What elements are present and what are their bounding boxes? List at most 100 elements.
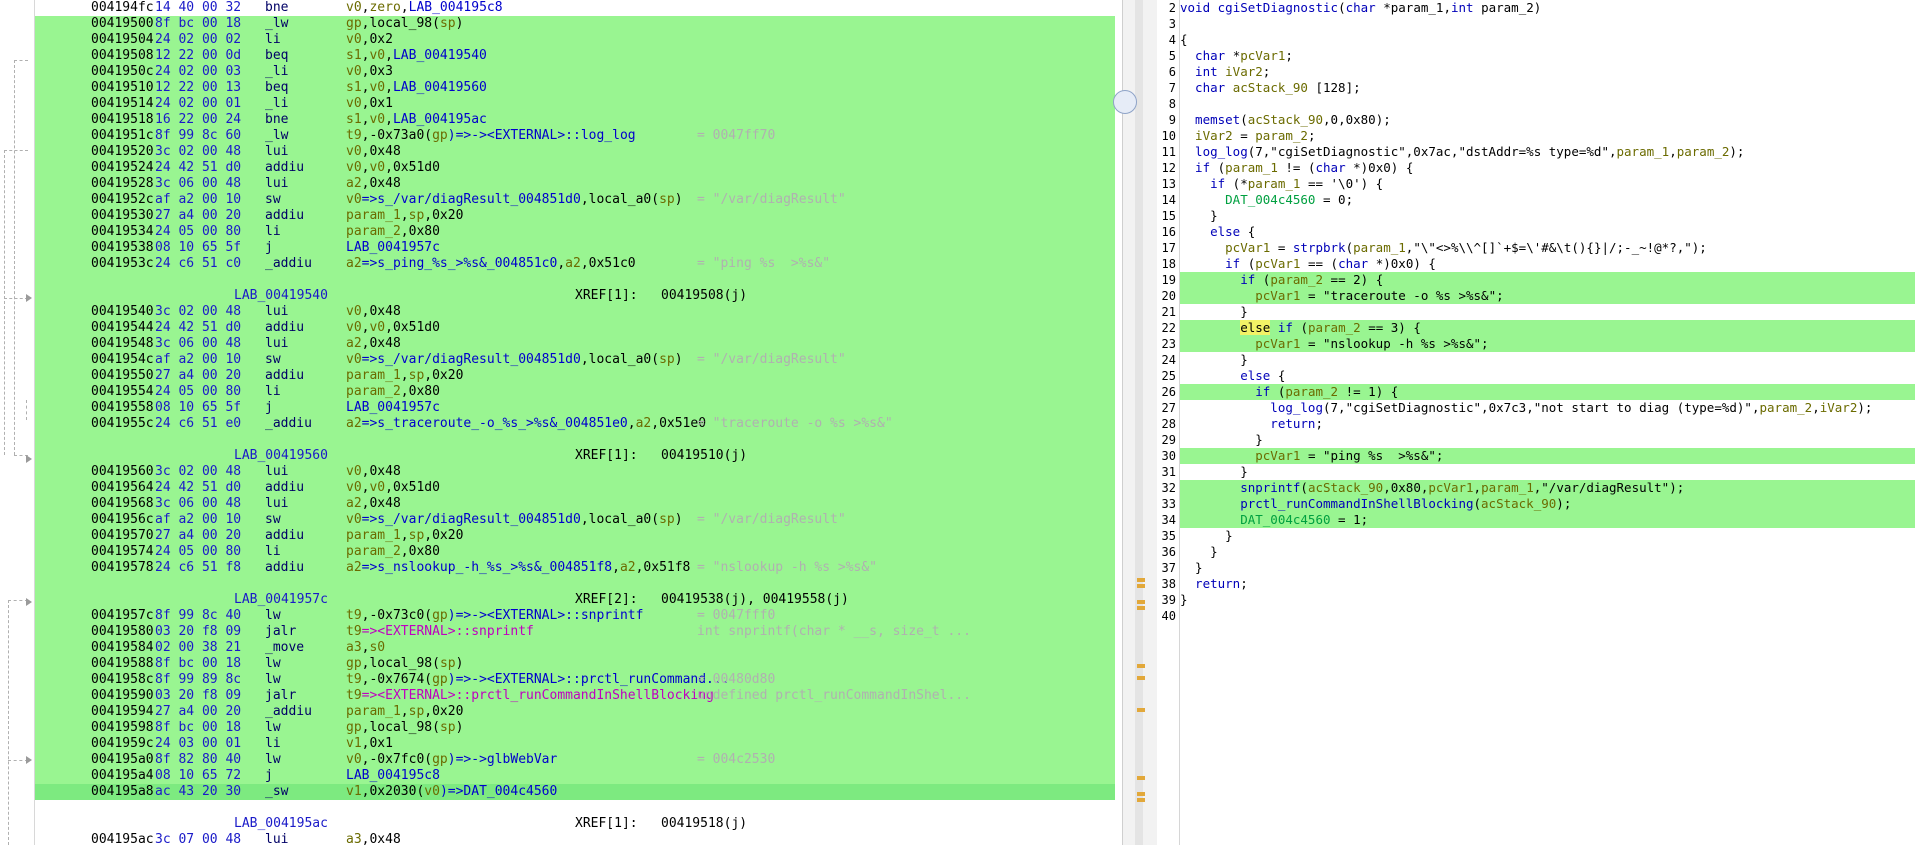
variable-name[interactable]: acStack_90 (1233, 80, 1308, 95)
code-line[interactable]: } (1180, 592, 1915, 608)
mnemonic[interactable]: lw (265, 752, 281, 768)
instruction-row[interactable]: 00419558 08 10 65 5f j LAB_0041957c (35, 400, 1115, 416)
instruction-row[interactable]: 00419540 3c 02 00 48 lui v0,0x48 (35, 304, 1115, 320)
instruction-row[interactable]: 004195a4 08 10 65 72 j LAB_004195c8 (35, 768, 1115, 784)
address[interactable]: 00419508 (91, 48, 154, 64)
address[interactable]: 00419590 (91, 688, 154, 704)
symbol-reference[interactable]: )=>-><EXTERNAL>::log_log (448, 128, 636, 143)
function-name[interactable]: memset (1180, 112, 1240, 127)
variable-name[interactable]: param_2 (1677, 144, 1730, 159)
instruction-row[interactable]: 00419598 8f bc 00 18 lw gp,local_98(sp) (35, 720, 1115, 736)
label-row[interactable]: LAB_00419540 XREF[1]: 00419508(j) (35, 288, 1115, 304)
code-line[interactable]: return; (1180, 416, 1915, 432)
instruction-row[interactable]: 00419560 3c 02 00 48 lui v0,0x48 (35, 464, 1115, 480)
function-name[interactable]: cgiSetDiagnostic (1218, 0, 1338, 15)
mnemonic[interactable]: lui (265, 336, 288, 352)
code-line[interactable]: if (param_2 != 1) { (1180, 384, 1915, 400)
function-name[interactable]: log_log (1180, 400, 1323, 415)
scroll-marker[interactable] (1137, 708, 1145, 712)
variable-name[interactable]: iVar2 (1180, 128, 1233, 143)
variable-name[interactable]: pcVar1 (1180, 240, 1270, 255)
code-line[interactable]: DAT_004c4560 = 0; (1180, 192, 1915, 208)
variable-name[interactable]: param_2 (1285, 384, 1338, 399)
address[interactable]: 00419524 (91, 160, 154, 176)
decompiled-code[interactable]: void cgiSetDiagnostic(char *param_1,int … (1180, 0, 1915, 624)
symbol-reference[interactable]: LAB_00419540 (393, 48, 487, 63)
mnemonic[interactable]: addiu (265, 208, 304, 224)
mnemonic[interactable]: lui (265, 464, 288, 480)
instruction-row[interactable]: 0041950c 24 02 00 03 _li v0,0x3 (35, 64, 1115, 80)
scroll-marker[interactable] (1137, 776, 1145, 780)
instruction-row[interactable]: 004194fc 14 40 00 32 bne v0,zero,LAB_004195… (35, 0, 1115, 16)
instruction-row[interactable]: 00419514 24 02 00 01 _li v0,0x1 (35, 96, 1115, 112)
code-line[interactable]: log_log(7,"cgiSetDiagnostic",0x7ac,"dstA… (1180, 144, 1915, 160)
address[interactable]: 004195a4 (91, 768, 154, 784)
scroll-marker[interactable] (1137, 664, 1145, 668)
mnemonic[interactable]: addiu (265, 528, 304, 544)
code-line[interactable]: if (param_1 != (char *)0x0) { (1180, 160, 1915, 176)
global-name[interactable]: DAT_004c4560 (1180, 512, 1330, 527)
address[interactable]: 004195a0 (91, 752, 154, 768)
scroll-marker[interactable] (1137, 606, 1145, 610)
instruction-row[interactable]: 00419550 27 a4 00 20 addiu param_1,sp,0x20 (35, 368, 1115, 384)
address[interactable]: 0041957c (91, 608, 154, 624)
mnemonic[interactable]: j (265, 240, 273, 256)
instruction-row[interactable]: 00419538 08 10 65 5f j LAB_0041957c (35, 240, 1115, 256)
address[interactable]: 00419514 (91, 96, 154, 112)
code-label[interactable]: LAB_004195ac (234, 816, 328, 832)
function-name[interactable]: log_log (1180, 144, 1248, 159)
code-line[interactable] (1180, 16, 1915, 32)
symbol-reference[interactable]: )=>-><EXTERNAL>::snprintf (448, 608, 644, 623)
code-label[interactable]: LAB_00419560 (234, 448, 328, 464)
mnemonic[interactable]: lw (265, 608, 281, 624)
address[interactable]: 004194fc (91, 0, 154, 16)
code-line[interactable]: } (1180, 432, 1915, 448)
scroll-marker[interactable] (1137, 798, 1145, 802)
variable-name[interactable]: acStack_90 (1248, 112, 1323, 127)
mnemonic[interactable]: j (265, 768, 273, 784)
xref-link[interactable]: 00419510(j) (661, 448, 747, 464)
variable-name[interactable]: param_1 (1481, 480, 1534, 495)
instruction-row[interactable]: 00419524 24 42 51 d0 addiu v0,v0,0x51d0 (35, 160, 1115, 176)
address[interactable]: 00419548 (91, 336, 154, 352)
variable-name[interactable]: pcVar1 (1255, 256, 1300, 271)
address[interactable]: 0041958c (91, 672, 154, 688)
label-row[interactable]: LAB_004195ac XREF[1]: 00419518(j) (35, 816, 1115, 832)
label-row[interactable]: LAB_0041957c XREF[2]: 00419538(j), 0041955… (35, 592, 1115, 608)
mnemonic[interactable]: sw (265, 512, 281, 528)
instruction-row[interactable]: 004195a0 8f 82 80 40 lw v0,-0x7fc0(gp)=>->g… (35, 752, 1115, 768)
code-line[interactable]: pcVar1 = "nslookup -h %s >%s&"; (1180, 336, 1915, 352)
code-line[interactable]: pcVar1 = "traceroute -o %s >%s&"; (1180, 288, 1915, 304)
instruction-row[interactable]: 0041951c 8f 99 8c 60 _lw t9,-0x73a0(gp)=>->… (35, 128, 1115, 144)
instruction-row[interactable]: 00419508 12 22 00 0d beq s1,v0,LAB_00419540 (35, 48, 1115, 64)
symbol-reference[interactable]: LAB_004195c8 (409, 0, 503, 15)
mnemonic[interactable]: addiu (265, 480, 304, 496)
instruction-row[interactable]: 00419580 03 20 f8 09 jalr t9=><EXTERNAL>::s… (35, 624, 1115, 640)
address[interactable]: 00419578 (91, 560, 154, 576)
address[interactable]: 00419568 (91, 496, 154, 512)
overview-scroll-track[interactable] (1135, 0, 1143, 845)
address[interactable]: 0041954c (91, 352, 154, 368)
instruction-row[interactable]: 00419590 03 20 f8 09 jalr t9=><EXTERNAL>::p… (35, 688, 1115, 704)
label-row[interactable]: LAB_00419560 XREF[1]: 00419510(j) (35, 448, 1115, 464)
address[interactable]: 00419588 (91, 656, 154, 672)
mnemonic[interactable]: lw (265, 672, 281, 688)
symbol-reference[interactable]: =>s_traceroute_-o_%s_>%s&_004851e0 (362, 416, 628, 431)
instruction-row[interactable]: 004195ac 3c 07 00 48 lui a3,0x48 (35, 832, 1115, 845)
code-line[interactable]: pcVar1 = "ping %s >%s&"; (1180, 448, 1915, 464)
mnemonic[interactable]: j (265, 400, 273, 416)
instruction-row[interactable]: 00419568 3c 06 00 48 lui a2,0x48 (35, 496, 1115, 512)
address[interactable]: 00419530 (91, 208, 154, 224)
mnemonic[interactable]: _lw (265, 128, 288, 144)
mnemonic[interactable]: lui (265, 144, 288, 160)
code-line[interactable]: else { (1180, 368, 1915, 384)
mnemonic[interactable]: _addiu (265, 256, 312, 272)
pane-splitter[interactable] (1113, 0, 1158, 845)
address[interactable]: 004195ac (91, 832, 154, 845)
mnemonic[interactable]: jalr (265, 624, 296, 640)
mnemonic[interactable]: lui (265, 176, 288, 192)
code-line[interactable]: } (1180, 544, 1915, 560)
xref-link[interactable]: 00419508(j) (661, 288, 747, 304)
instruction-row[interactable]: 004195a8 ac 43 20 30 _sw v1,0x2030(v0)=>DAT… (35, 784, 1115, 800)
code-line[interactable]: char *pcVar1; (1180, 48, 1915, 64)
